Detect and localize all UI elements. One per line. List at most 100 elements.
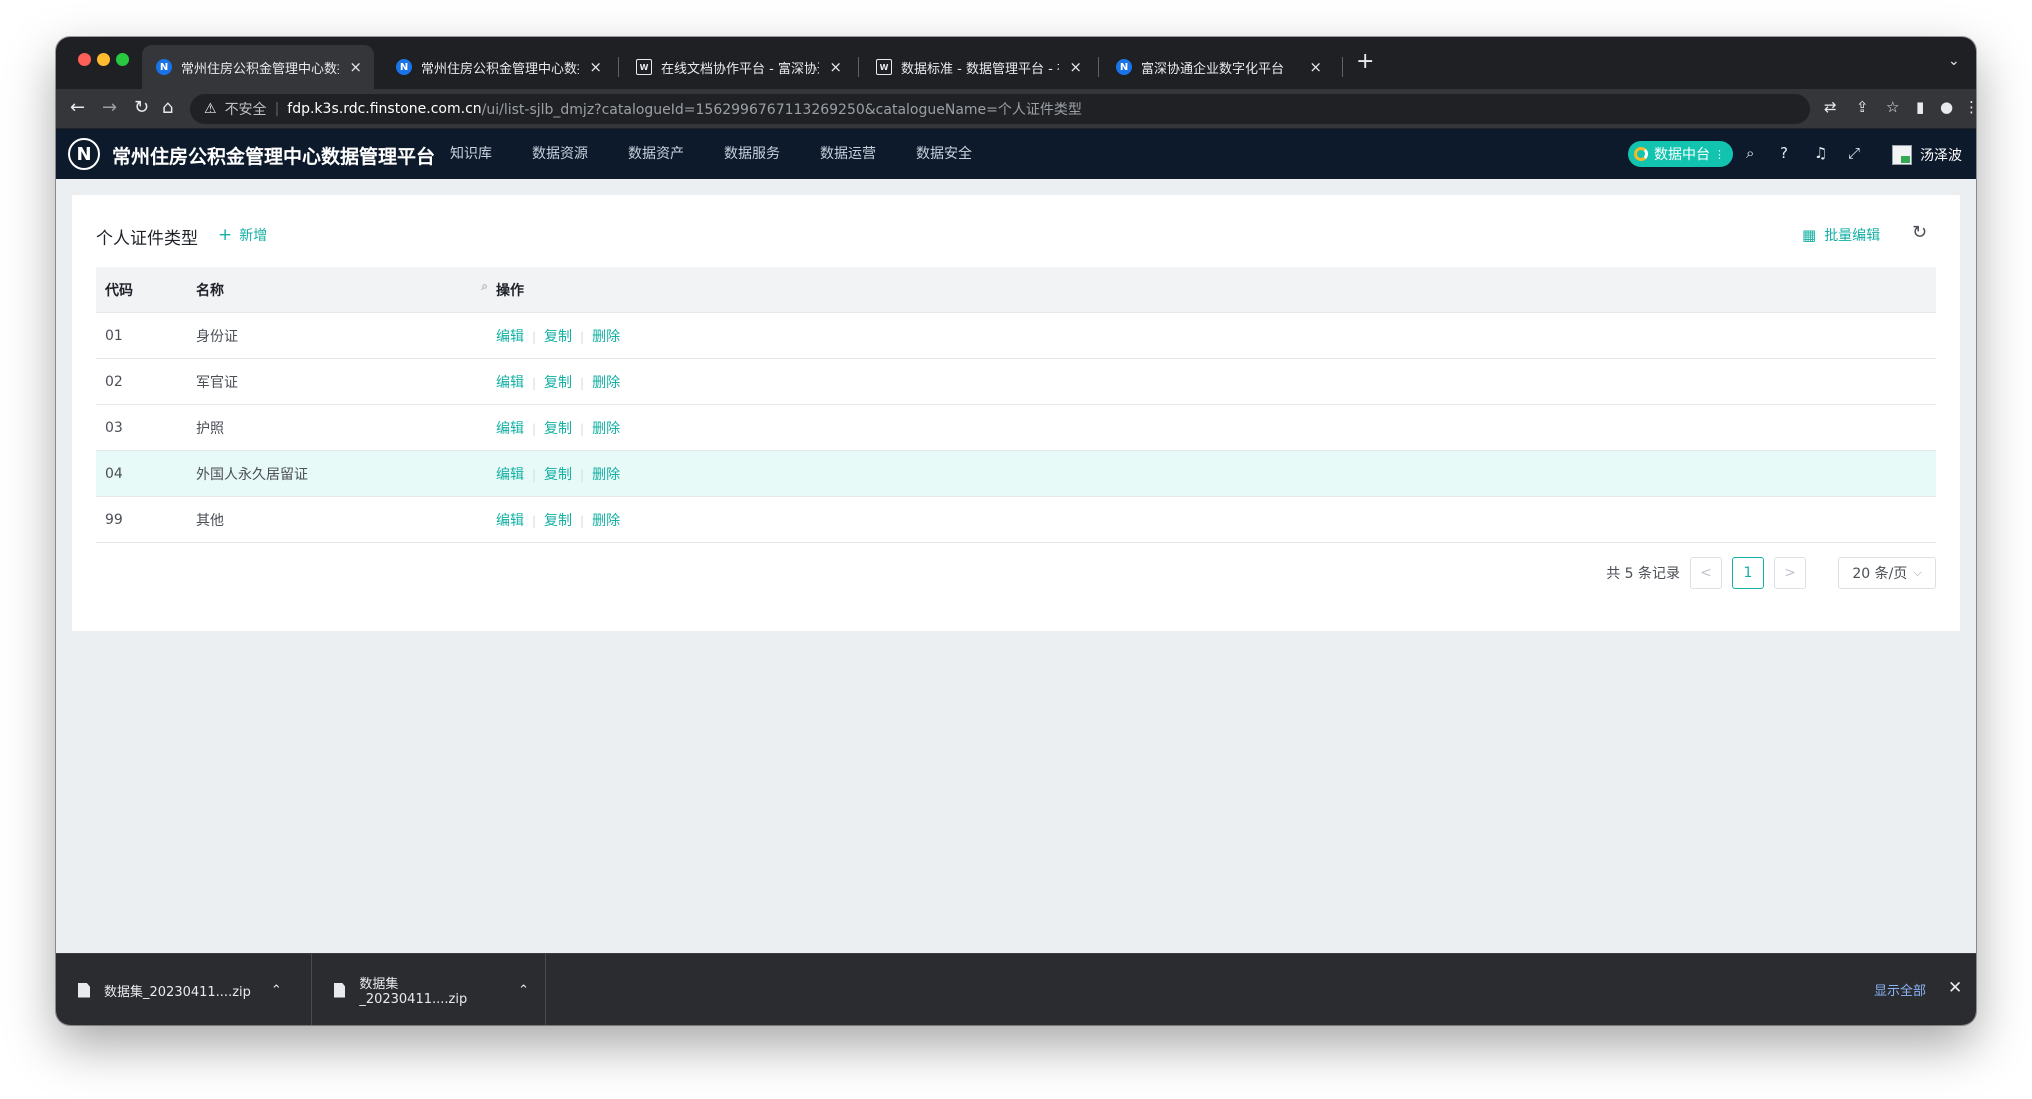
delete-link[interactable]: 删除 — [592, 421, 620, 437]
action-separator: | — [580, 329, 585, 344]
browser-tab-1[interactable]: N 常州住房公积金管理中心数据管理平 × — [142, 45, 374, 89]
cell-name: 军官证 — [196, 374, 238, 391]
username[interactable]: 汤泽波 — [1920, 145, 1962, 165]
close-icon[interactable]: × — [829, 58, 842, 76]
copy-link[interactable]: 复制 — [544, 421, 572, 437]
back-arrow-icon[interactable]: ← — [70, 97, 85, 119]
cell-code: 99 — [105, 511, 123, 528]
search-icon[interactable]: ⌕ — [1746, 144, 1754, 162]
copy-link[interactable]: 复制 — [544, 467, 572, 483]
copy-link[interactable]: 复制 — [544, 375, 572, 391]
data-center-label: 数据中台 — [1654, 147, 1710, 163]
download-item[interactable]: 数据集_20230411....zip ⌃ — [312, 954, 546, 1025]
chevron-up-icon[interactable]: ⌃ — [518, 983, 529, 998]
profile-icon[interactable]: ● — [1940, 98, 1953, 116]
close-window-button[interactable] — [78, 53, 91, 66]
close-icon[interactable]: × — [1309, 58, 1322, 76]
tab-title: 富深协通企业数字化平台 — [1141, 61, 1285, 77]
bell-icon[interactable]: ♫ — [1814, 144, 1827, 162]
cell-code: 03 — [105, 419, 123, 436]
help-icon[interactable]: ? — [1780, 144, 1788, 162]
delete-link[interactable]: 删除 — [592, 467, 620, 483]
home-icon[interactable]: ⌂ — [162, 97, 173, 119]
cell-name: 其他 — [196, 512, 224, 529]
close-icon[interactable]: × — [589, 58, 602, 76]
next-page-button[interactable]: > — [1774, 557, 1806, 589]
nav-item-data-operations[interactable]: 数据运营 — [820, 129, 876, 179]
show-all-downloads-link[interactable]: 显示全部 — [1874, 980, 1926, 999]
cell-actions: 编辑 | 复制 | 删除 — [496, 372, 1936, 392]
close-icon[interactable]: × — [1069, 58, 1082, 76]
browser-tab-2[interactable]: N 常州住房公积金管理中心数据管理平 × — [382, 45, 614, 89]
site-favicon-icon: N — [156, 59, 172, 75]
nav-item-data-assets[interactable]: 数据资产 — [628, 129, 684, 179]
close-icon[interactable]: × — [349, 58, 362, 76]
tab-list-chevron-icon[interactable]: ⌄ — [1948, 53, 1960, 69]
download-shelf: 数据集_20230411....zip ⌃ 数据集_20230411....zi… — [56, 953, 1976, 1025]
tab-title: 常州住房公积金管理中心数据管理平 — [421, 61, 579, 77]
bookmark-star-icon[interactable]: ☆ — [1886, 98, 1899, 116]
batch-edit-button[interactable]: ▦ 批量编辑 — [1802, 225, 1880, 245]
refresh-icon[interactable]: ↻ — [1912, 222, 1927, 243]
cell-name: 外国人永久居留证 — [196, 466, 308, 483]
new-tab-button[interactable]: + — [1356, 51, 1374, 73]
tab-title: 常州住房公积金管理中心数据管理平 — [181, 61, 339, 77]
download-item[interactable]: 数据集_20230411....zip ⌃ — [78, 954, 312, 1025]
chevron-down-icon: ⌵ — [1913, 566, 1922, 579]
translate-icon[interactable]: ⇄ — [1824, 98, 1837, 116]
close-icon[interactable]: ✕ — [1948, 978, 1962, 998]
column-header-code[interactable]: 代码 — [96, 280, 196, 300]
reload-icon[interactable]: ↻ — [134, 97, 149, 119]
forward-arrow-icon[interactable]: → — [102, 97, 117, 119]
delete-link[interactable]: 删除 — [592, 513, 620, 529]
browser-tab-3[interactable]: W 在线文档协作平台 - 富深协通 × — [622, 45, 854, 89]
copy-link[interactable]: 复制 — [544, 513, 572, 529]
list-card: 个人证件类型 + 新增 ▦ 批量编辑 ↻ 代码 名称 ⌕ 操作 01 身份证 编… — [72, 195, 1960, 631]
edit-link[interactable]: 编辑 — [496, 513, 524, 529]
share-icon[interactable]: ⇪ — [1856, 98, 1869, 116]
prev-page-button[interactable]: < — [1690, 557, 1722, 589]
page-title: 个人证件类型 — [96, 229, 198, 249]
data-center-button[interactable]: 数据中台 ⋮ — [1628, 141, 1733, 167]
edit-link[interactable]: 编辑 — [496, 467, 524, 483]
nav-item-data-security[interactable]: 数据安全 — [916, 129, 972, 179]
action-separator: | — [532, 467, 537, 482]
nav-item-data-services[interactable]: 数据服务 — [724, 129, 780, 179]
column-header-actions: 操作 — [496, 282, 524, 299]
minimize-window-button[interactable] — [97, 53, 110, 66]
delete-link[interactable]: 删除 — [592, 375, 620, 391]
edit-link[interactable]: 编辑 — [496, 421, 524, 437]
action-separator: | — [532, 375, 537, 390]
kebab-icon: ⋮ — [1714, 147, 1725, 161]
app-logo[interactable]: N — [68, 138, 100, 170]
edit-link[interactable]: 编辑 — [496, 329, 524, 345]
sidebar-icon[interactable]: ▮ — [1916, 98, 1924, 116]
cell-name: 身份证 — [196, 328, 238, 345]
address-bar[interactable]: ⚠ 不安全 | fdp.k3s.rdc.finstone.com.cn /ui/… — [190, 94, 1810, 124]
edit-link[interactable]: 编辑 — [496, 375, 524, 391]
page-1-button[interactable]: 1 — [1732, 557, 1764, 589]
table-row: 99 其他 编辑 | 复制 | 删除 — [96, 497, 1936, 543]
app-title: 常州住房公积金管理中心数据管理平台 — [112, 146, 436, 168]
action-separator: | — [580, 513, 585, 528]
cell-code: 04 — [105, 465, 123, 482]
add-button[interactable]: + 新增 — [218, 225, 267, 245]
fullscreen-icon[interactable]: ⤢ — [1848, 144, 1860, 162]
table-row-highlighted: 04 外国人永久居留证 编辑 | 复制 | 删除 — [96, 451, 1936, 497]
nav-item-knowledge[interactable]: 知识库 — [450, 129, 492, 179]
column-header-name[interactable]: 名称 ⌕ — [196, 279, 496, 300]
copy-link[interactable]: 复制 — [544, 329, 572, 345]
avatar[interactable] — [1892, 145, 1912, 165]
browser-tab-4[interactable]: W 数据标准 - 数据管理平台 - 在线文 × — [862, 45, 1094, 89]
browser-tab-5[interactable]: N 富深协通企业数字化平台 × — [1102, 45, 1334, 89]
zoom-window-button[interactable] — [116, 53, 129, 66]
chevron-up-icon[interactable]: ⌃ — [271, 983, 282, 998]
nav-item-data-resources[interactable]: 数据资源 — [532, 129, 588, 179]
filter-search-icon[interactable]: ⌕ — [481, 279, 488, 294]
column-header-name-label: 名称 — [196, 282, 224, 299]
delete-link[interactable]: 删除 — [592, 329, 620, 345]
app-header: N 常州住房公积金管理中心数据管理平台 知识库 数据资源 数据资产 数据服务 数… — [56, 129, 1976, 179]
download-filename: 数据集_20230411....zip — [104, 984, 251, 1000]
more-menu-icon[interactable]: ⋮ — [1964, 98, 1976, 116]
page-size-select[interactable]: 20 条/页 ⌵ — [1838, 557, 1936, 589]
